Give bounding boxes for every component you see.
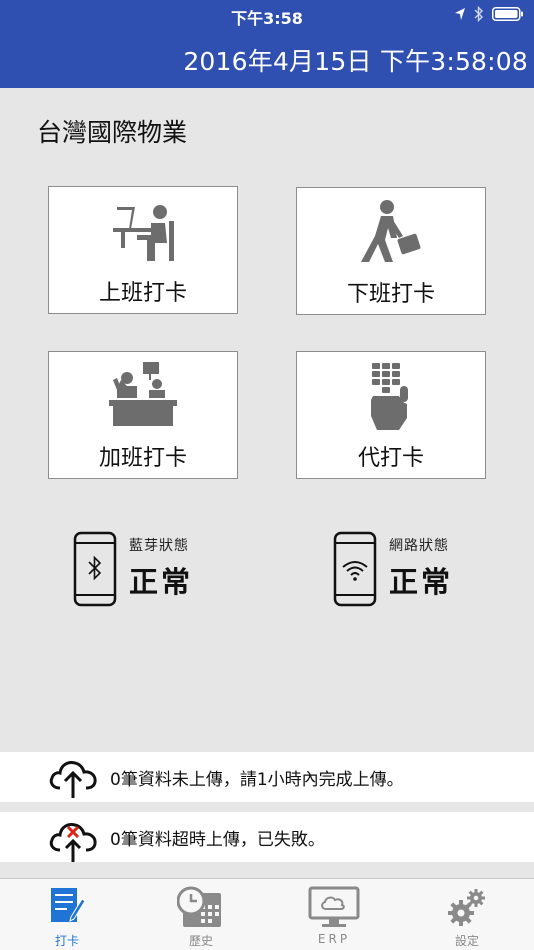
history-calendar-icon: [177, 886, 221, 927]
pending-upload-notice: 0筆資料未上傳，請1小時內完成上傳。: [0, 752, 534, 802]
proxy-punch-button[interactable]: 代打卡: [296, 351, 486, 479]
phone-wifi-icon: [333, 531, 377, 607]
network-status: 網路狀態 正常: [333, 531, 513, 611]
company-name: 台灣國際物業: [37, 118, 188, 147]
tab-punch[interactable]: 打卡: [0, 879, 134, 950]
tab-bar: 打卡 歷史 ERP 設定: [0, 878, 534, 950]
gears-icon: [448, 889, 485, 926]
tab-settings[interactable]: 設定: [400, 879, 534, 950]
cloud-upload-icon: [49, 761, 97, 798]
bluetooth-status: 藍芽狀態 正常: [73, 531, 253, 611]
tab-erp[interactable]: ERP: [267, 879, 401, 950]
phone-bluetooth-icon: [73, 531, 117, 607]
clock-out-button[interactable]: 下班打卡: [296, 187, 486, 315]
overtime-button[interactable]: 加班打卡: [48, 351, 238, 479]
pending-upload-text: 0筆資料未上傳，請1小時內完成上傳。: [110, 770, 404, 790]
clock-in-button[interactable]: 上班打卡: [48, 186, 238, 314]
current-datetime: 2016年4月15日 下午3:58:08: [183, 47, 528, 76]
overtime-label: 加班打卡: [98, 446, 187, 471]
tab-history[interactable]: 歷史: [134, 879, 268, 950]
tab-erp-label: ERP: [317, 932, 351, 946]
tab-punch-label: 打卡: [54, 934, 79, 948]
location-arrow-icon: [455, 8, 465, 20]
punch-card-icon: [51, 888, 86, 922]
walking-worker-icon: [361, 200, 421, 262]
failed-upload-notice: 0筆資料超時上傳，已失敗。: [0, 812, 534, 862]
bluetooth-status-value: 正常: [129, 565, 194, 599]
clock-in-label: 上班打卡: [98, 281, 187, 306]
network-status-label: 網路狀態: [389, 538, 449, 554]
monitor-cloud-icon: [308, 886, 360, 927]
cloud-upload-failed-icon: [49, 823, 97, 862]
app-header: 下午3:58 2016年4月15日 下午3:58:08: [0, 0, 534, 88]
bluetooth-status-label: 藍芽狀態: [129, 538, 189, 554]
status-icons: [454, 6, 524, 22]
keypad-hand-icon: [371, 363, 408, 430]
proxy-punch-label: 代打卡: [357, 446, 424, 471]
network-status-value: 正常: [389, 565, 454, 599]
meeting-desk-icon: [109, 362, 177, 426]
failed-upload-text: 0筆資料超時上傳，已失敗。: [110, 830, 325, 850]
seated-worker-icon: [113, 205, 174, 261]
tab-settings-label: 設定: [454, 934, 479, 948]
clock-out-label: 下班打卡: [346, 282, 435, 307]
status-bar: 下午3:58: [0, 0, 534, 30]
tab-history-label: 歷史: [188, 934, 213, 948]
battery-icon: [492, 7, 523, 21]
bluetooth-icon: [474, 6, 483, 22]
